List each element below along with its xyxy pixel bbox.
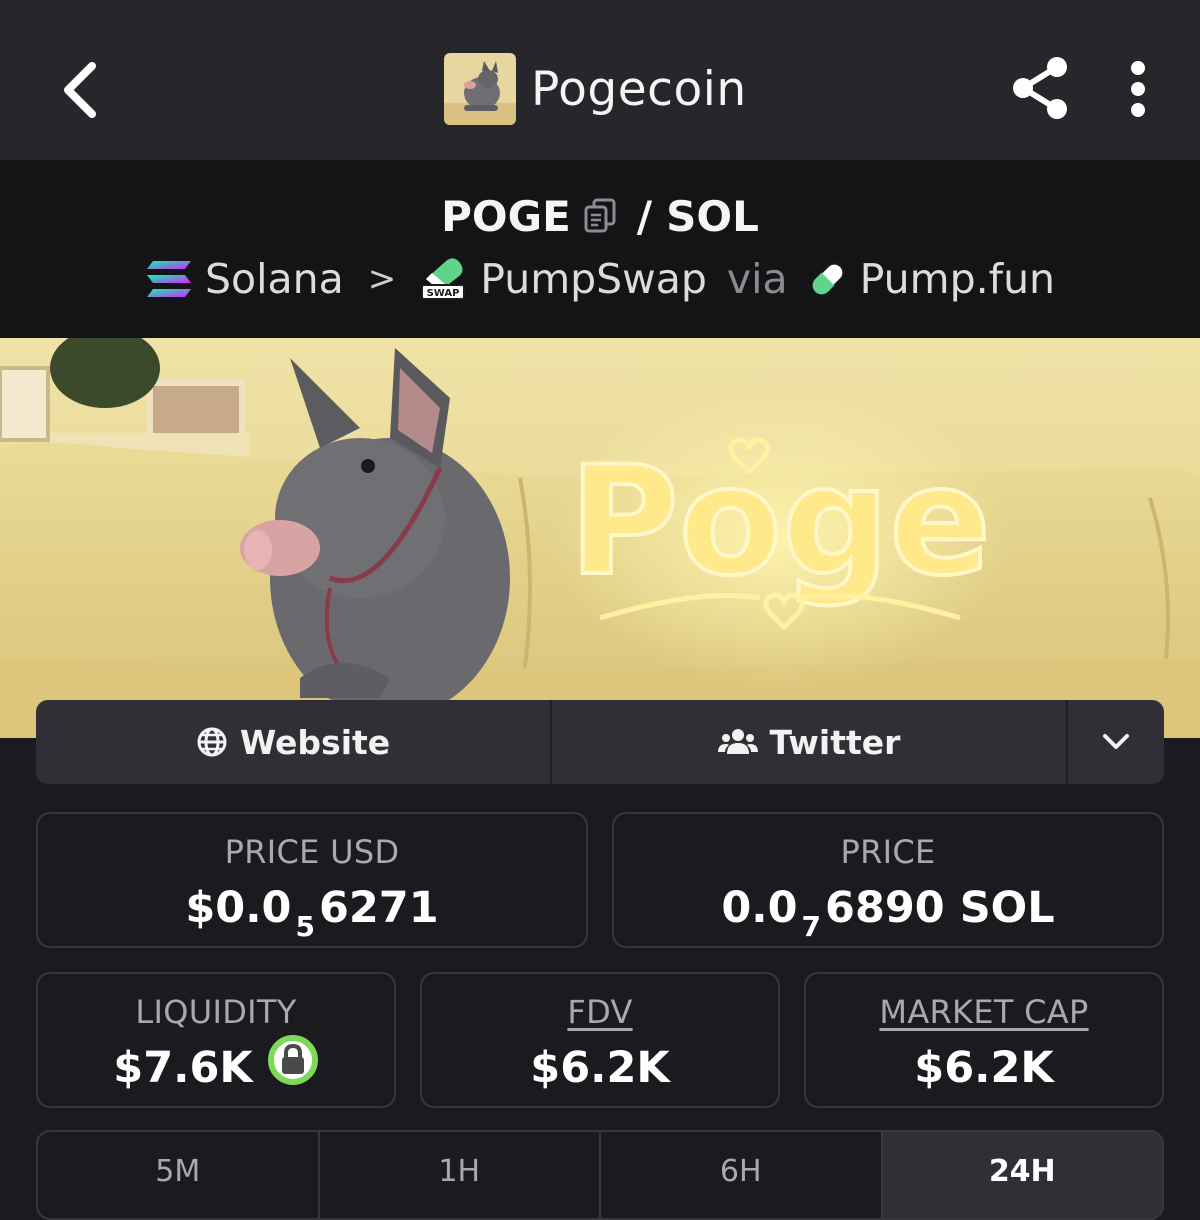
banner-logo-text: Poge bbox=[569, 435, 991, 609]
lock-icon bbox=[267, 1034, 318, 1085]
fdv-label[interactable]: FDV bbox=[422, 992, 778, 1032]
pumpswap-icon: SWAP bbox=[420, 257, 468, 301]
via-label: via bbox=[726, 255, 788, 303]
liquidity-value: $7.6K bbox=[113, 1043, 253, 1093]
price-usd-label: PRICE USD bbox=[224, 833, 400, 871]
share-button[interactable] bbox=[1008, 55, 1074, 121]
chevron-down-icon bbox=[1103, 734, 1129, 749]
liquidity-label: LIQUIDITY bbox=[135, 993, 297, 1031]
price-usd-value: $0.0 56271 bbox=[185, 883, 439, 943]
price-usd-card: PRICE USD $0.0 56271 bbox=[36, 812, 588, 948]
dex-link[interactable]: PumpSwap bbox=[480, 252, 707, 306]
token-logo bbox=[444, 53, 516, 125]
base-symbol: POGE bbox=[441, 192, 571, 241]
users-icon bbox=[717, 729, 758, 754]
more-options-button[interactable] bbox=[1118, 58, 1158, 122]
more-vertical-icon bbox=[1131, 61, 1145, 117]
fdv-card: FDV $6.2K bbox=[420, 972, 780, 1108]
page-title: Pogecoin bbox=[531, 62, 747, 117]
tab-5m[interactable]: 5M bbox=[38, 1132, 320, 1218]
market-cap-card: MARKET CAP $6.2K bbox=[804, 972, 1164, 1108]
twitter-label: Twitter bbox=[769, 722, 901, 762]
pair-header: POGE / SOL Solana > SWAP PumpSwap via Pu… bbox=[0, 160, 1200, 338]
website-label: Website bbox=[239, 722, 391, 762]
route-separator: > bbox=[367, 259, 397, 299]
share-icon bbox=[1013, 57, 1067, 119]
tab-24h[interactable]: 24H bbox=[882, 1132, 1162, 1218]
pill-icon bbox=[811, 262, 845, 296]
swap-badge: SWAP bbox=[427, 288, 460, 299]
timeframe-tabs: 5M 1H 6H 24H bbox=[36, 1130, 1164, 1220]
copy-address-button[interactable] bbox=[583, 193, 617, 247]
pair-slash: / bbox=[636, 192, 653, 241]
website-button[interactable]: Website bbox=[36, 700, 552, 784]
price-native-value: 0.0 76890 SOL bbox=[721, 883, 1055, 943]
more-links-dropdown[interactable] bbox=[1068, 700, 1164, 784]
liquidity-value-row: $7.6K bbox=[38, 1034, 394, 1100]
solana-icon bbox=[146, 261, 191, 297]
links-bar: Website Twitter bbox=[36, 700, 1164, 784]
quote-symbol: SOL bbox=[666, 192, 759, 241]
pair-route: Solana > SWAP PumpSwap via Pump.fun bbox=[0, 252, 1200, 306]
launchpad-link[interactable]: Pump.fun bbox=[860, 252, 1055, 306]
price-label: PRICE bbox=[840, 833, 936, 871]
fdv-value: $6.2K bbox=[530, 1043, 670, 1093]
tab-6h[interactable]: 6H bbox=[601, 1132, 883, 1218]
back-button[interactable] bbox=[52, 55, 108, 125]
top-app-bar: Pogecoin bbox=[0, 0, 1200, 160]
globe-icon bbox=[197, 727, 227, 757]
twitter-button[interactable]: Twitter bbox=[552, 700, 1068, 784]
pair-title: POGE / SOL bbox=[0, 190, 1200, 247]
chevron-left-icon bbox=[64, 62, 96, 118]
market-cap-value: $6.2K bbox=[914, 1043, 1054, 1093]
market-cap-label[interactable]: MARKET CAP bbox=[806, 992, 1162, 1032]
chain-link[interactable]: Solana bbox=[205, 252, 344, 306]
liquidity-lock-badge[interactable] bbox=[267, 1034, 319, 1100]
tab-1h[interactable]: 1H bbox=[320, 1132, 601, 1218]
price-native-card: PRICE 0.0 76890 SOL bbox=[612, 812, 1164, 948]
token-banner-image: Poge bbox=[0, 338, 1200, 738]
liquidity-card: LIQUIDITY $7.6K bbox=[36, 972, 396, 1108]
copy-icon bbox=[584, 198, 616, 232]
